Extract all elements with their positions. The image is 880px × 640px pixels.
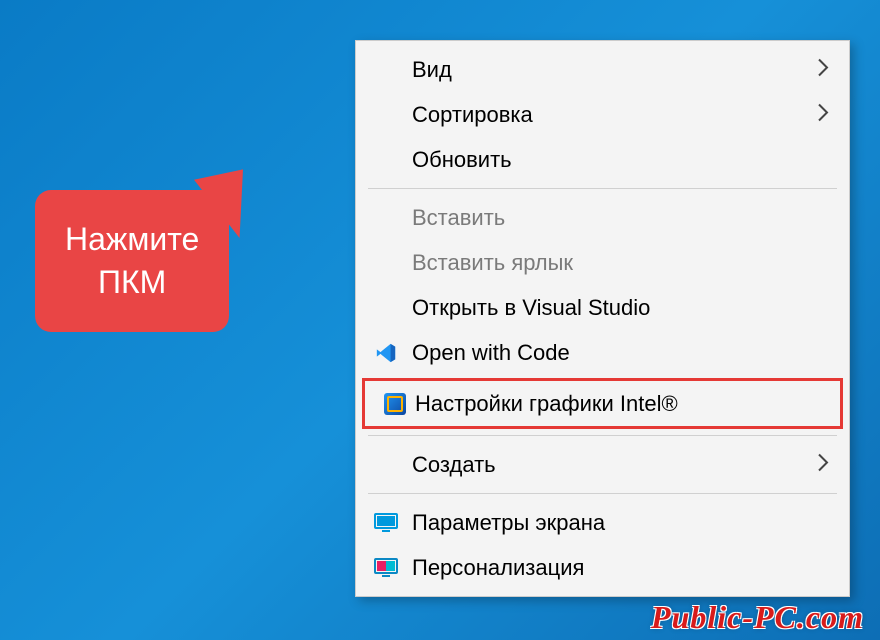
- menu-label: Параметры экрана: [412, 506, 605, 539]
- menu-item-intel-graphics[interactable]: Настройки графики Intel®: [365, 381, 840, 426]
- display-icon: [374, 511, 398, 535]
- menu-item-display-settings[interactable]: Параметры экрана: [356, 500, 849, 545]
- menu-item-open-visual-studio[interactable]: Открыть в Visual Studio: [356, 285, 849, 330]
- intel-graphics-icon: [383, 392, 407, 416]
- menu-label: Open with Code: [412, 336, 570, 369]
- menu-label: Вставить ярлык: [412, 246, 573, 279]
- menu-item-sort[interactable]: Сортировка: [356, 92, 849, 137]
- menu-item-refresh[interactable]: Обновить: [356, 137, 849, 182]
- menu-item-paste-shortcut: Вставить ярлык: [356, 240, 849, 285]
- callout-line2: ПКМ: [98, 264, 166, 300]
- menu-label: Персонализация: [412, 551, 584, 584]
- menu-separator: [368, 493, 837, 494]
- menu-item-open-with-code[interactable]: Open with Code: [356, 330, 849, 375]
- menu-label: Создать: [412, 448, 496, 481]
- personalize-icon: [374, 556, 398, 580]
- menu-label: Вид: [412, 53, 452, 86]
- chevron-right-icon: [817, 53, 829, 86]
- menu-item-personalize[interactable]: Персонализация: [356, 545, 849, 590]
- callout-line1: Нажмите: [65, 221, 199, 257]
- menu-label: Обновить: [412, 143, 512, 176]
- menu-item-paste: Вставить: [356, 195, 849, 240]
- menu-label: Открыть в Visual Studio: [412, 291, 650, 324]
- menu-separator: [368, 435, 837, 436]
- vscode-icon: [374, 341, 398, 365]
- highlighted-menu-item: Настройки графики Intel®: [362, 378, 843, 429]
- menu-label: Сортировка: [412, 98, 533, 131]
- menu-separator: [368, 188, 837, 189]
- menu-label: Вставить: [412, 201, 505, 234]
- menu-label: Настройки графики Intel®: [415, 387, 678, 420]
- desktop-context-menu: Вид Сортировка Обновить Вставить Вставит…: [355, 40, 850, 597]
- instruction-callout: Нажмите ПКМ: [35, 190, 229, 332]
- chevron-right-icon: [817, 98, 829, 131]
- menu-item-view[interactable]: Вид: [356, 47, 849, 92]
- chevron-right-icon: [817, 448, 829, 481]
- watermark-text: Public-PC.com: [651, 599, 864, 636]
- menu-item-create[interactable]: Создать: [356, 442, 849, 487]
